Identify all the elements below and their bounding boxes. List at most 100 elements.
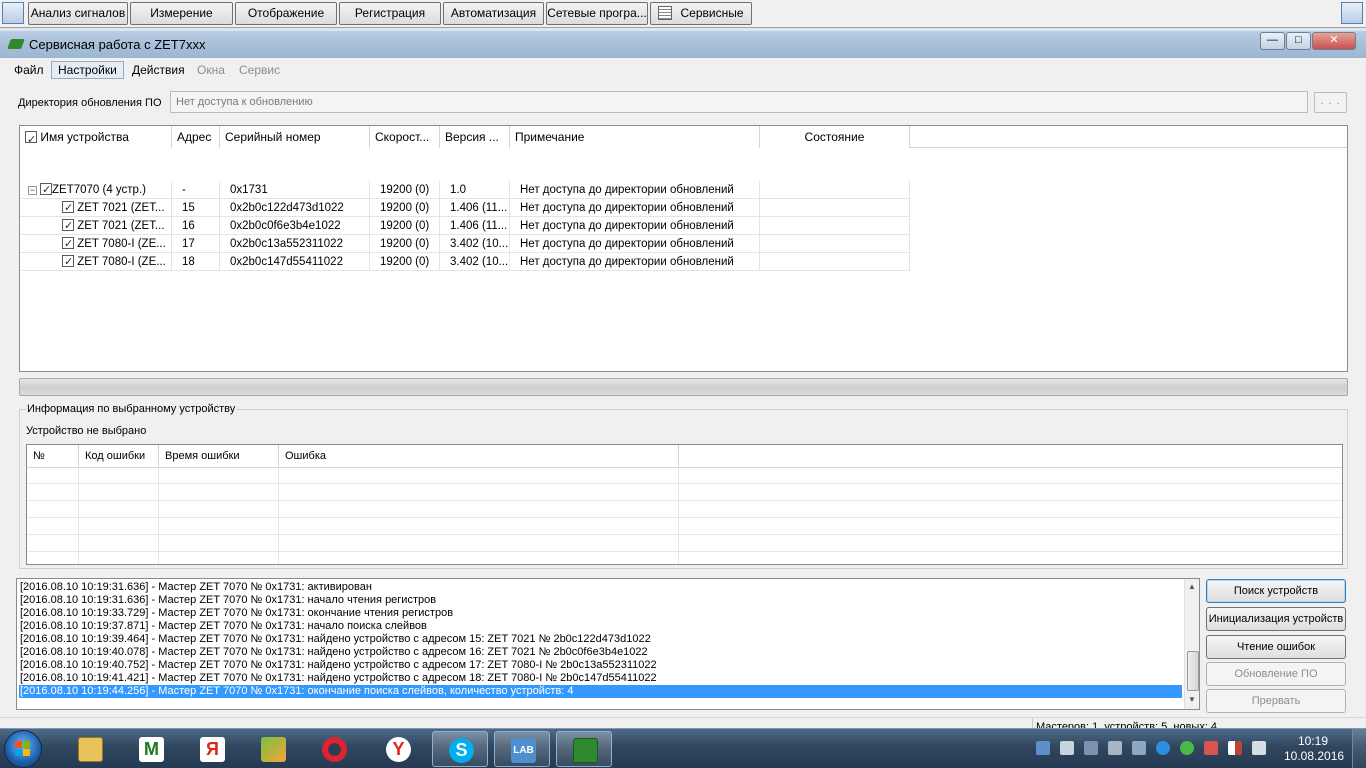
log-line[interactable]: [2016.08.10 10:19:41.421] - Мастер ZET 7…	[20, 672, 657, 685]
update-dir-input[interactable]	[170, 91, 1308, 113]
log-line[interactable]: [2016.08.10 10:19:31.636] - Мастер ZET 7…	[20, 581, 372, 594]
tray-display-icon[interactable]	[1108, 741, 1122, 755]
device-state	[760, 235, 910, 253]
init-devices-button[interactable]: Инициализация устройств	[1206, 607, 1346, 631]
log-line[interactable]: [2016.08.10 10:19:37.871] - Мастер ZET 7…	[20, 620, 427, 633]
error-grid-divider	[78, 467, 79, 564]
tray-keyboard-icon[interactable]	[1036, 741, 1050, 755]
log-scrollbar[interactable]: ▲ ▼	[1184, 579, 1199, 709]
minimize-button[interactable]: —	[1260, 32, 1285, 50]
device-checkbox[interactable]	[62, 199, 74, 216]
device-checkbox[interactable]	[40, 181, 52, 198]
windows-logo-icon	[15, 741, 31, 757]
tray-antivirus-icon[interactable]	[1180, 741, 1194, 755]
selected-device-label: Устройство не выбрано	[26, 425, 147, 437]
collapse-icon[interactable]: −	[28, 186, 37, 195]
taskmanager-icon	[261, 737, 286, 762]
device-name: ZET 7021 (ZET...	[77, 202, 165, 214]
tray-sync-icon[interactable]	[1156, 741, 1170, 755]
log-line[interactable]: [2016.08.10 10:19:39.464] - Мастер ZET 7…	[20, 633, 651, 646]
search-devices-button[interactable]: Поиск устройств	[1206, 579, 1346, 603]
tray-flag-icon[interactable]	[1252, 741, 1266, 755]
zetlab-logo-icon[interactable]	[2, 2, 24, 24]
launcher-measure-button[interactable]: Измерение	[130, 2, 233, 25]
column-header-name[interactable]: Имя устройства	[20, 126, 172, 148]
menu-settings[interactable]: Настройки	[51, 61, 124, 79]
launcher-automation-button[interactable]: Автоматизация	[443, 2, 544, 25]
tray-volume-icon[interactable]	[1060, 741, 1074, 755]
browse-button[interactable]: . . .	[1314, 92, 1347, 113]
error-column-time[interactable]: Время ошибки	[159, 445, 279, 467]
abort-button[interactable]: Прервать	[1206, 689, 1346, 713]
update-dir-label: Директория обновления ПО	[18, 97, 162, 109]
system-tray	[1030, 729, 1280, 768]
device-address: -	[172, 181, 220, 199]
column-header-serial[interactable]: Серийный номер	[220, 126, 370, 148]
taskbar-taskmanager[interactable]	[245, 731, 301, 767]
scroll-up-icon[interactable]: ▲	[1188, 582, 1196, 591]
error-column-message[interactable]: Ошибка	[279, 445, 679, 467]
column-header-note[interactable]: Примечание	[510, 126, 760, 148]
taskbar-yandex[interactable]: Я	[184, 731, 240, 767]
taskbar-zetlab[interactable]: LAB	[494, 731, 550, 767]
read-errors-button[interactable]: Чтение ошибок	[1206, 635, 1346, 659]
maximize-button[interactable]: □	[1286, 32, 1311, 50]
menu-actions[interactable]: Действия	[126, 61, 191, 79]
error-column-code[interactable]: Код ошибки	[79, 445, 159, 467]
column-header-state[interactable]: Состояние	[760, 126, 910, 148]
device-checkbox[interactable]	[62, 217, 74, 234]
yandex-icon: Я	[200, 737, 225, 762]
menu-service[interactable]: Сервис	[233, 61, 286, 79]
launcher-network-button[interactable]: Сетевые програ...	[546, 2, 648, 25]
log-line[interactable]: [2016.08.10 10:19:31.636] - Мастер ZET 7…	[20, 594, 436, 607]
device-checkbox[interactable]	[62, 235, 74, 252]
launcher-registration-button[interactable]: Регистрация	[339, 2, 441, 25]
launcher-service-button[interactable]: Сервисные	[650, 2, 752, 25]
launcher-display-button[interactable]: Отображение	[235, 2, 337, 25]
taskbar-opera[interactable]	[306, 731, 362, 767]
taskbar-yandex-browser[interactable]: Y	[370, 731, 426, 767]
column-header-address[interactable]: Адрес	[172, 126, 220, 148]
tray-network-icon[interactable]	[1084, 741, 1098, 755]
log-line-selected[interactable]: [2016.08.10 10:19:44.256] - Мастер ZET 7…	[19, 685, 1182, 698]
taskbar-zet-module[interactable]	[556, 731, 612, 767]
scroll-down-icon[interactable]: ▼	[1188, 695, 1196, 704]
taskbar-explorer[interactable]	[62, 731, 118, 767]
taskbar-mathcad[interactable]: M	[123, 731, 179, 767]
menu-windows[interactable]: Окна	[191, 61, 231, 79]
error-row	[27, 467, 1342, 484]
log-line[interactable]: [2016.08.10 10:19:33.729] - Мастер ZET 7…	[20, 607, 453, 620]
device-note: Нет доступа до директории обновлений	[510, 199, 760, 217]
log-line[interactable]: [2016.08.10 10:19:40.078] - Мастер ZET 7…	[20, 646, 648, 659]
event-log[interactable]: [2016.08.10 10:19:31.636] - Мастер ZET 7…	[16, 578, 1200, 710]
log-line[interactable]: [2016.08.10 10:19:40.752] - Мастер ZET 7…	[20, 659, 657, 672]
update-firmware-button[interactable]: Обновление ПО	[1206, 662, 1346, 686]
device-tree-grid[interactable]: Имя устройства Адрес Серийный номер Скор…	[19, 125, 1348, 372]
device-note: Нет доступа до директории обновлений	[510, 181, 760, 199]
device-speed: 19200 (0)	[370, 217, 440, 235]
close-button[interactable]: ✕	[1312, 32, 1356, 50]
start-button[interactable]	[4, 730, 42, 768]
window-app-icon	[7, 39, 25, 49]
column-header-version[interactable]: Версия ...	[440, 126, 510, 148]
show-desktop-button[interactable]	[1352, 729, 1366, 768]
tray-alert-icon[interactable]	[1204, 741, 1218, 755]
column-header-speed[interactable]: Скорост...	[370, 126, 440, 148]
menu-file[interactable]: Файл	[8, 61, 50, 79]
tray-signal-icon[interactable]	[1228, 741, 1242, 755]
error-column-number[interactable]: №	[27, 445, 79, 467]
launcher-analysis-button[interactable]: Анализ сигналов	[28, 2, 128, 25]
taskbar-skype[interactable]: S	[432, 731, 488, 767]
device-speed: 19200 (0)	[370, 199, 440, 217]
error-grid-divider	[678, 467, 679, 564]
taskbar-clock[interactable]: 10:19 10.08.2016	[1284, 734, 1344, 764]
launcher-toolbar: Анализ сигналов Измерение Отображение Ре…	[0, 0, 1366, 28]
device-checkbox[interactable]	[62, 253, 74, 270]
device-info-group: Информация по выбранному устройству Устр…	[19, 403, 1348, 569]
tray-power-icon[interactable]	[1132, 741, 1146, 755]
device-note: Нет доступа до директории обновлений	[510, 253, 760, 271]
launcher-minimize-icon[interactable]	[1341, 2, 1363, 24]
select-all-checkbox[interactable]	[25, 129, 37, 148]
scroll-thumb[interactable]	[1187, 651, 1199, 691]
error-grid[interactable]: № Код ошибки Время ошибки Ошибка	[26, 444, 1343, 565]
